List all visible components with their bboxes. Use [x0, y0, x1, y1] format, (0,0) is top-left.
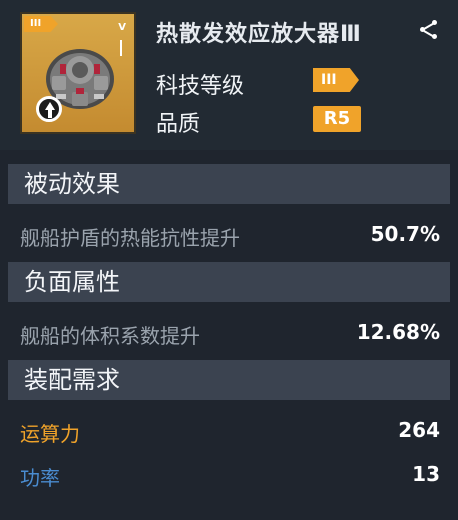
item-title: 热散发效应放大器Ⅲ	[156, 22, 362, 47]
passive-effect-value: 50.7%	[370, 222, 440, 246]
upgrade-arrow-icon[interactable]	[36, 96, 62, 122]
power-label: 功率	[20, 466, 60, 490]
tech-level-label: 科技等级	[156, 74, 245, 99]
quality-badge: R5	[313, 106, 361, 132]
side-roman-label: V	[118, 22, 126, 33]
share-icon-dot	[432, 34, 437, 39]
share-icon[interactable]	[420, 20, 438, 39]
requirements-section-header: 装配需求	[8, 360, 450, 400]
item-header: III V 热散发效应放大器Ⅲ 科技等级 III 品质 R5	[0, 0, 458, 150]
tech-level-badge: III	[313, 68, 359, 92]
power-value: 13	[412, 462, 440, 486]
compute-label: 运算力	[20, 422, 80, 446]
quality-label: 品质	[156, 112, 201, 137]
negative-effect-label: 舰船的体积系数提升	[20, 324, 200, 348]
compute-value: 264	[398, 418, 440, 442]
share-icon-dot	[420, 27, 425, 32]
passive-effect-label: 舰船护盾的热能抗性提升	[20, 226, 240, 250]
passive-section-header: 被动效果	[8, 164, 450, 204]
tier-badge: III	[24, 16, 58, 32]
item-icon-frame[interactable]: III V	[20, 12, 136, 134]
share-icon-dot	[432, 20, 437, 25]
negative-section-header: 负面属性	[8, 262, 450, 302]
negative-effect-value: 12.68%	[356, 320, 440, 344]
